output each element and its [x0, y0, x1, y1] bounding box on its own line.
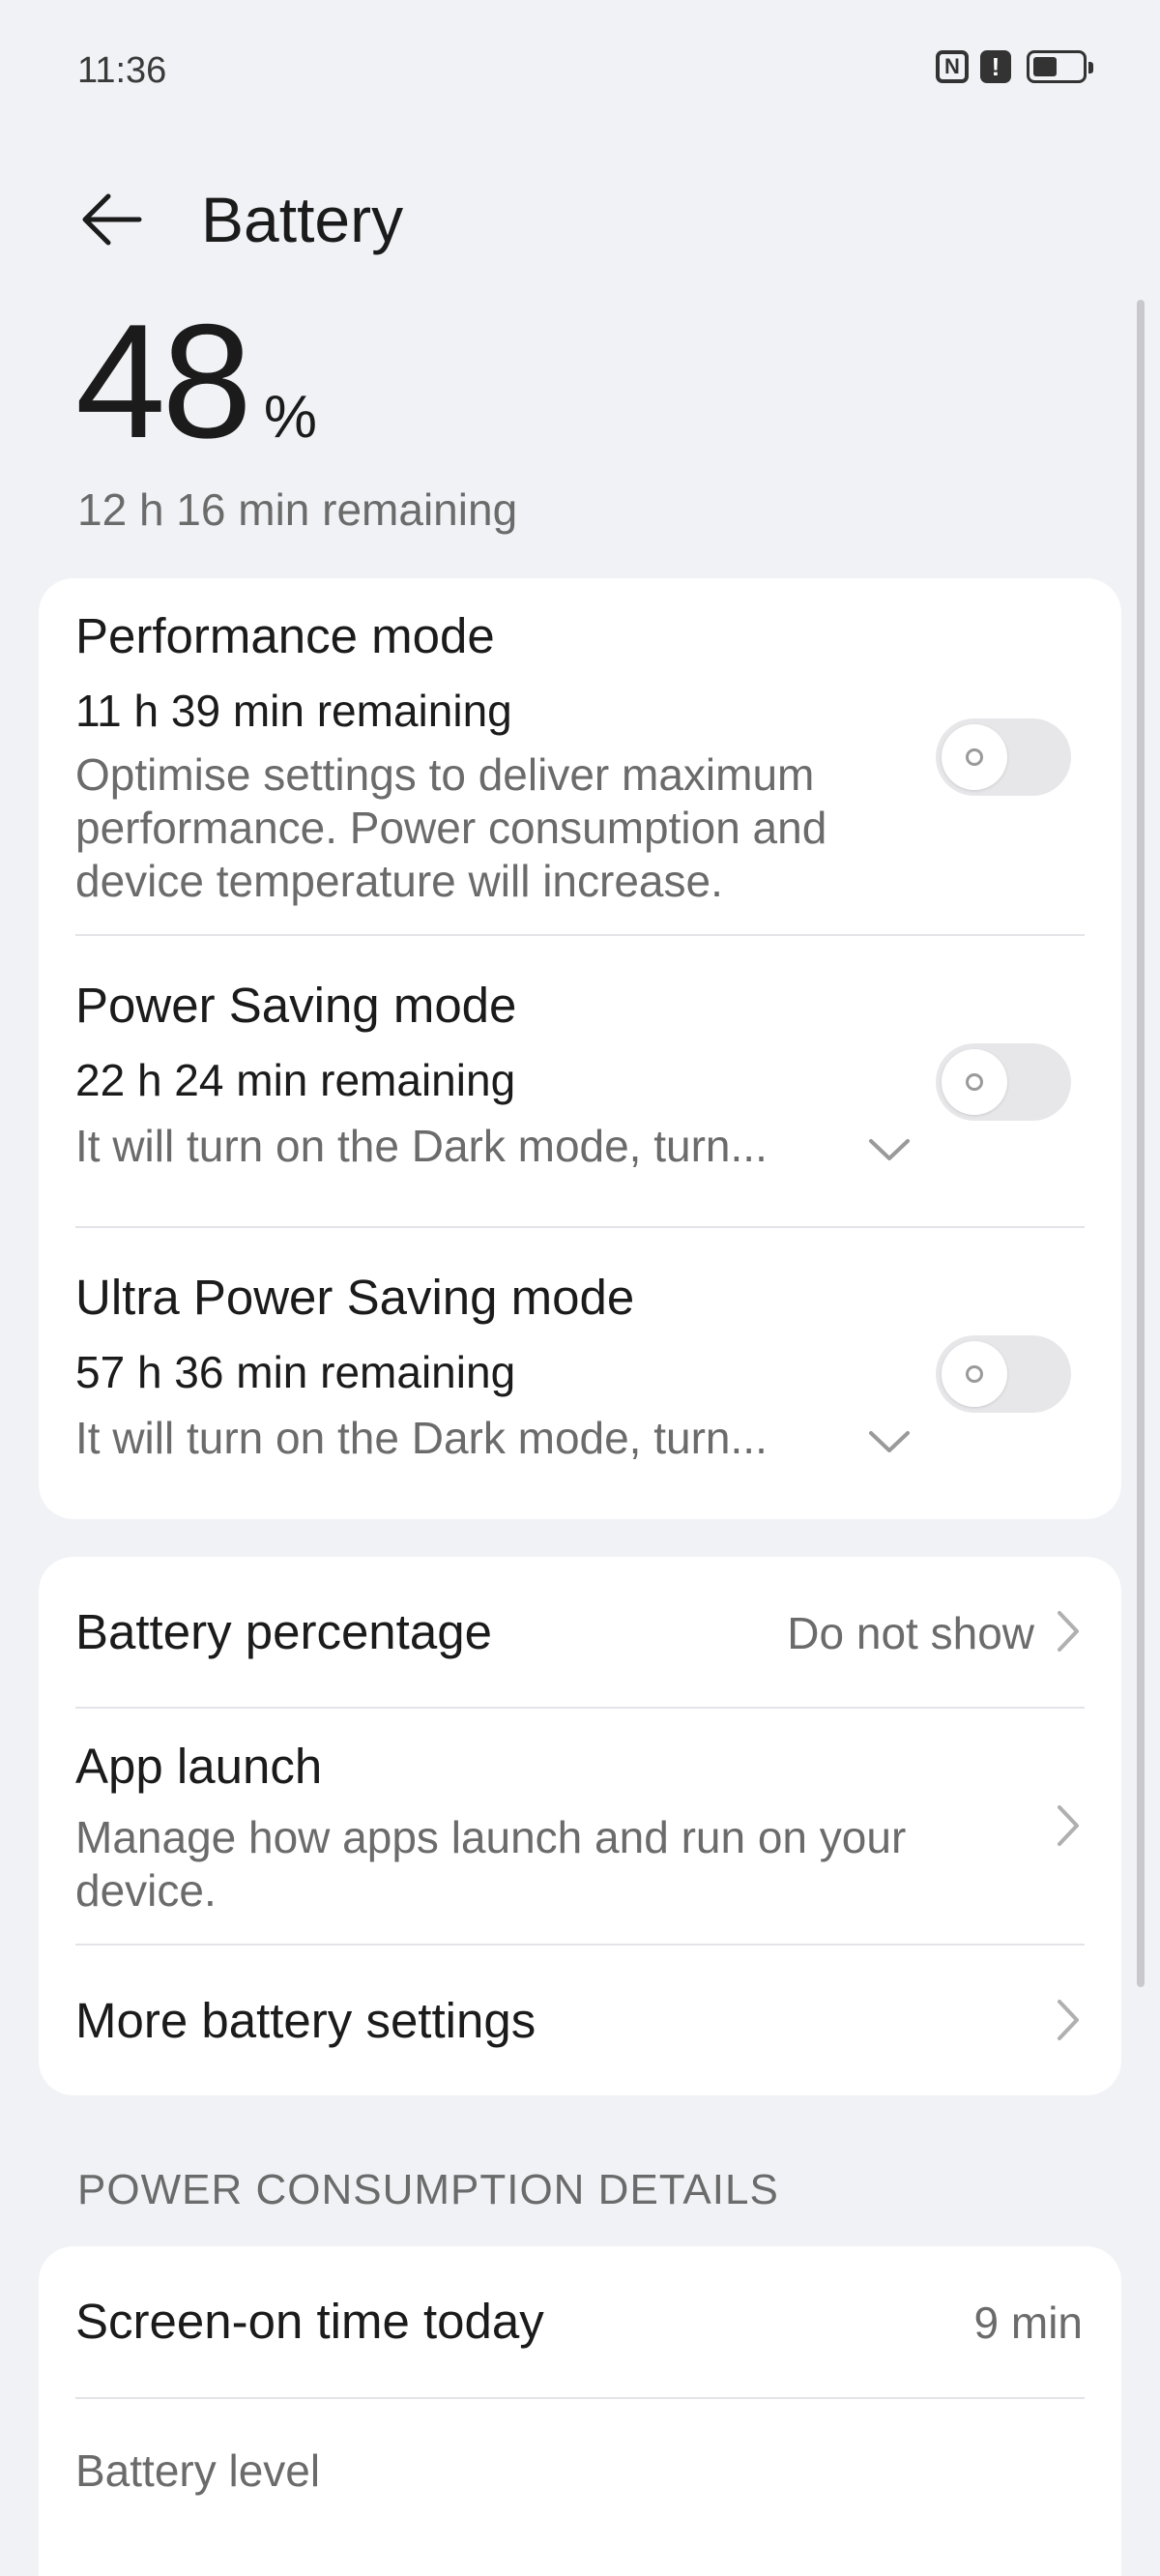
power-consumption-section-title: POWER CONSUMPTION DETAILS	[77, 2166, 779, 2213]
performance-mode-title: Performance mode	[75, 608, 495, 663]
more-battery-settings-label: More battery settings	[75, 1993, 536, 2048]
battery-level-chart-label: Battery level	[75, 2445, 321, 2496]
screen-on-time-row[interactable]: Screen-on time today 9 min	[39, 2246, 1121, 2397]
battery-level: 48 %	[75, 300, 317, 462]
power-saving-mode-row[interactable]: Power Saving mode 22 h 24 min remaining …	[39, 936, 1121, 1228]
battery-percentage-value: Do not show	[787, 1608, 1034, 1658]
app-launch-description: Manage how apps launch and run on your d…	[75, 1812, 907, 1916]
power-consumption-card: Screen-on time today 9 min Battery level	[39, 2246, 1121, 2576]
battery-percent-value: 48	[75, 290, 252, 472]
battery-percent-unit: %	[263, 384, 318, 451]
performance-mode-description: Optimise settings to deliver maximum per…	[75, 749, 827, 906]
alert-icon: !	[980, 50, 1011, 83]
battery-icon	[1027, 50, 1093, 83]
power-saving-mode-title: Power Saving mode	[75, 978, 517, 1033]
battery-remaining-time: 12 h 16 min remaining	[77, 484, 518, 535]
status-time: 11:36	[77, 50, 167, 91]
header: Battery	[0, 155, 1160, 271]
page-title: Battery	[201, 184, 404, 255]
power-saving-mode-toggle[interactable]	[936, 1043, 1071, 1121]
battery-percentage-label: Battery percentage	[75, 1604, 492, 1659]
app-launch-row[interactable]: App launch Manage how apps launch and ru…	[39, 1709, 1121, 1945]
performance-mode-row[interactable]: Performance mode 11 h 39 min remaining O…	[39, 578, 1121, 936]
app-launch-label: App launch	[75, 1739, 323, 1794]
battery-percentage-row[interactable]: Battery percentage Do not show	[39, 1557, 1121, 1708]
back-button[interactable]	[68, 176, 155, 263]
chevron-right-icon	[1058, 1805, 1079, 1846]
arrow-left-icon	[82, 193, 142, 246]
more-battery-settings-row[interactable]: More battery settings	[39, 1946, 1121, 2095]
screen-on-time-label: Screen-on time today	[75, 2294, 544, 2349]
scrollbar[interactable]	[1137, 300, 1145, 1987]
nfc-icon: N	[936, 50, 969, 83]
divider	[75, 2397, 1085, 2399]
ultra-power-saving-mode-toggle[interactable]	[936, 1335, 1071, 1413]
status-bar: 11:36 N !	[0, 0, 1160, 145]
chevron-down-icon[interactable]	[865, 1129, 914, 1168]
power-saving-mode-description: It will turn on the Dark mode, turn...	[75, 1121, 768, 1171]
performance-mode-toggle[interactable]	[936, 718, 1071, 796]
ultra-power-saving-mode-row[interactable]: Ultra Power Saving mode 57 h 36 min rema…	[39, 1228, 1121, 1518]
ultra-power-saving-mode-description: It will turn on the Dark mode, turn...	[75, 1413, 768, 1463]
battery-settings-card: Battery percentage Do not show App launc…	[39, 1557, 1121, 2095]
chevron-right-icon	[1058, 2000, 1079, 2040]
status-icons: N !	[936, 50, 1093, 83]
chevron-right-icon	[1058, 1611, 1079, 1652]
power-modes-card: Performance mode 11 h 39 min remaining O…	[39, 578, 1121, 1519]
ultra-power-saving-mode-title: Ultra Power Saving mode	[75, 1270, 635, 1325]
screen-on-time-value: 9 min	[973, 2298, 1083, 2348]
chevron-down-icon[interactable]	[865, 1421, 914, 1460]
battery-settings-screen: 11:36 N ! Battery 48 % 12 h 16 min remai…	[0, 0, 1160, 2576]
performance-mode-remaining: 11 h 39 min remaining	[75, 686, 512, 736]
power-saving-mode-remaining: 22 h 24 min remaining	[75, 1055, 516, 1105]
ultra-power-saving-mode-remaining: 57 h 36 min remaining	[75, 1347, 516, 1397]
